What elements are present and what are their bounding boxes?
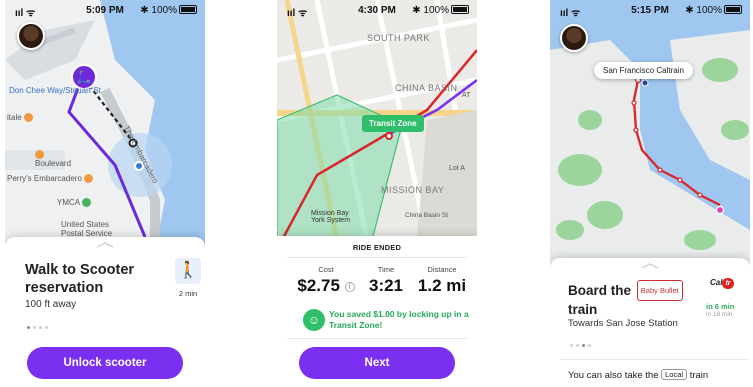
status-bar: ııl ᯤ 5:09 PM ✱ 100%	[5, 0, 205, 20]
map-label-ymca-text: YMCA	[57, 198, 80, 207]
card-subtitle: 100 ft away	[25, 299, 77, 310]
card-title: Board the Baby Bullet train	[568, 280, 685, 318]
restaurant-icon	[23, 113, 33, 122]
map-label-boulevard-text: Boulevard	[35, 159, 72, 168]
page-dot	[570, 344, 573, 347]
map-label-usps: United States Postal Service	[61, 220, 112, 238]
smile-icon: ☺	[303, 309, 325, 331]
also-suffix: train	[689, 370, 709, 381]
transit-zone-label: Transit Zone	[362, 115, 424, 132]
map-label-itale-text: itale	[7, 113, 22, 122]
restaurant-icon	[35, 150, 44, 159]
divider	[287, 257, 467, 258]
battery-text: ✱ 100%	[140, 5, 177, 16]
map-label-at: AT	[462, 92, 471, 99]
battery-text: ✱ 100%	[412, 5, 449, 16]
battery-text: ✱ 100%	[685, 5, 722, 16]
page-dots	[570, 344, 591, 347]
battery-icon	[179, 5, 197, 14]
map-label-don-chee: Don Chee Way/Steuart St	[9, 86, 101, 95]
battery-indicator: ✱ 100%	[685, 5, 742, 16]
cost-stat: Cost $2.75 i	[293, 265, 359, 296]
info-icon[interactable]: i	[344, 282, 355, 292]
status-bar: ııl ᯤ 5:15 PM ✱ 100%	[550, 0, 750, 20]
map-label-south-park: SOUTH PARK	[367, 33, 430, 43]
map-label-boulevard: Boulevard	[35, 150, 71, 168]
saved-message: You saved $1.00 by locking up in a Trans…	[329, 309, 469, 330]
station-label[interactable]: San Francisco Caltrain	[594, 62, 693, 79]
map-label-ymca: YMCA	[57, 198, 93, 207]
page-dot	[27, 326, 30, 329]
restaurant-icon	[84, 174, 94, 183]
drag-handle-icon[interactable]	[641, 263, 659, 269]
alternate-train-note: You can also take the Local train	[568, 369, 708, 381]
distance-value: 1.2 mi	[417, 276, 467, 295]
page-dots	[27, 326, 48, 329]
walk-time: 2 min	[178, 289, 198, 298]
map-label-usps-line1: United States	[61, 220, 110, 229]
avatar[interactable]	[560, 24, 588, 52]
time-value: 3:21	[368, 276, 404, 295]
map-label-china-basin: CHINA BASIN	[395, 83, 458, 93]
map-label-lot-a: Lot A	[449, 165, 465, 172]
drag-handle-icon[interactable]	[96, 242, 114, 248]
page-dot	[45, 326, 48, 329]
page-dot	[39, 326, 42, 329]
screen-board-train: ııl ᯤ 5:15 PM ✱ 100% San Francisco Caltr…	[550, 0, 750, 387]
walk-card: Walk to Scooter reservation 100 ft away …	[5, 237, 205, 387]
page-dot	[33, 326, 36, 329]
screen-ride-ended: ııl ᯤ 4:30 PM ✱ 100% SOUTH PARK CHINA BA…	[277, 0, 477, 387]
caltrain-logo-text: Cal	[710, 278, 723, 287]
page-dot	[588, 344, 591, 347]
divider	[287, 338, 467, 339]
map-label-mission-bay-line1: Mission Bay	[311, 210, 349, 217]
title-prefix: Board the	[568, 283, 632, 298]
cost-value: $2.75	[297, 276, 340, 295]
page-dot	[576, 344, 579, 347]
cost-label: Cost	[318, 265, 334, 274]
baby-bullet-badge: Baby Bullet	[636, 280, 683, 301]
eta-secondary: in 18 min	[706, 311, 733, 318]
distance-stat: Distance 1.2 mi	[413, 265, 471, 296]
battery-icon	[451, 5, 469, 14]
also-prefix: You can also take the	[568, 370, 659, 381]
map-label-itale: itale	[7, 113, 35, 122]
ride-summary-card: RIDE ENDED Cost $2.75 i Time 3:21 Distan…	[277, 236, 477, 387]
eta-primary: in 6 min	[706, 302, 735, 311]
cost-value-row: $2.75 i	[293, 276, 359, 296]
caltrain-logo-mark: tr	[722, 278, 734, 289]
local-badge: Local	[661, 369, 688, 380]
divider	[560, 359, 750, 360]
card-title: Walk to Scooter reservation	[25, 262, 135, 296]
time-label: Time	[377, 265, 395, 274]
distance-label: Distance	[427, 265, 457, 274]
battery-icon	[724, 5, 742, 14]
title-suffix: train	[568, 302, 598, 317]
avatar[interactable]	[17, 22, 45, 50]
map-label-mission-bay: MISSION BAY	[381, 185, 445, 195]
screen-walk-to-scooter: ııl ᯤ 5:09 PM ✱ 100% 🛴 Don Chee Way/Steu…	[5, 0, 205, 387]
map-label-perrys-text: Perry's Embarcadero	[7, 174, 82, 183]
map-label-mission-bay-small: Mission Bay York System	[311, 210, 350, 224]
gym-icon	[81, 198, 91, 207]
unlock-scooter-button[interactable]: Unlock scooter	[27, 347, 183, 379]
battery-indicator: ✱ 100%	[140, 5, 197, 16]
next-button[interactable]: Next	[299, 347, 455, 379]
status-bar: ııl ᯤ 4:30 PM ✱ 100%	[277, 0, 477, 20]
ride-ended-heading: RIDE ENDED	[352, 243, 402, 252]
time-stat: Time 3:21	[361, 265, 411, 296]
caltrain-logo: Cal tr	[710, 278, 748, 294]
walking-person-icon: 🚶	[175, 258, 201, 284]
map-label-perrys: Perry's Embarcadero	[7, 174, 95, 183]
card-subtitle: Towards San Jose Station	[568, 318, 678, 329]
map-label-mission-bay-line2: York System	[311, 217, 351, 224]
page-dot	[582, 344, 585, 347]
train-card: Board the Baby Bullet train Towards San J…	[550, 258, 750, 387]
map-label-china-basin-st: China Basin St	[405, 212, 448, 219]
battery-indicator: ✱ 100%	[412, 5, 469, 16]
